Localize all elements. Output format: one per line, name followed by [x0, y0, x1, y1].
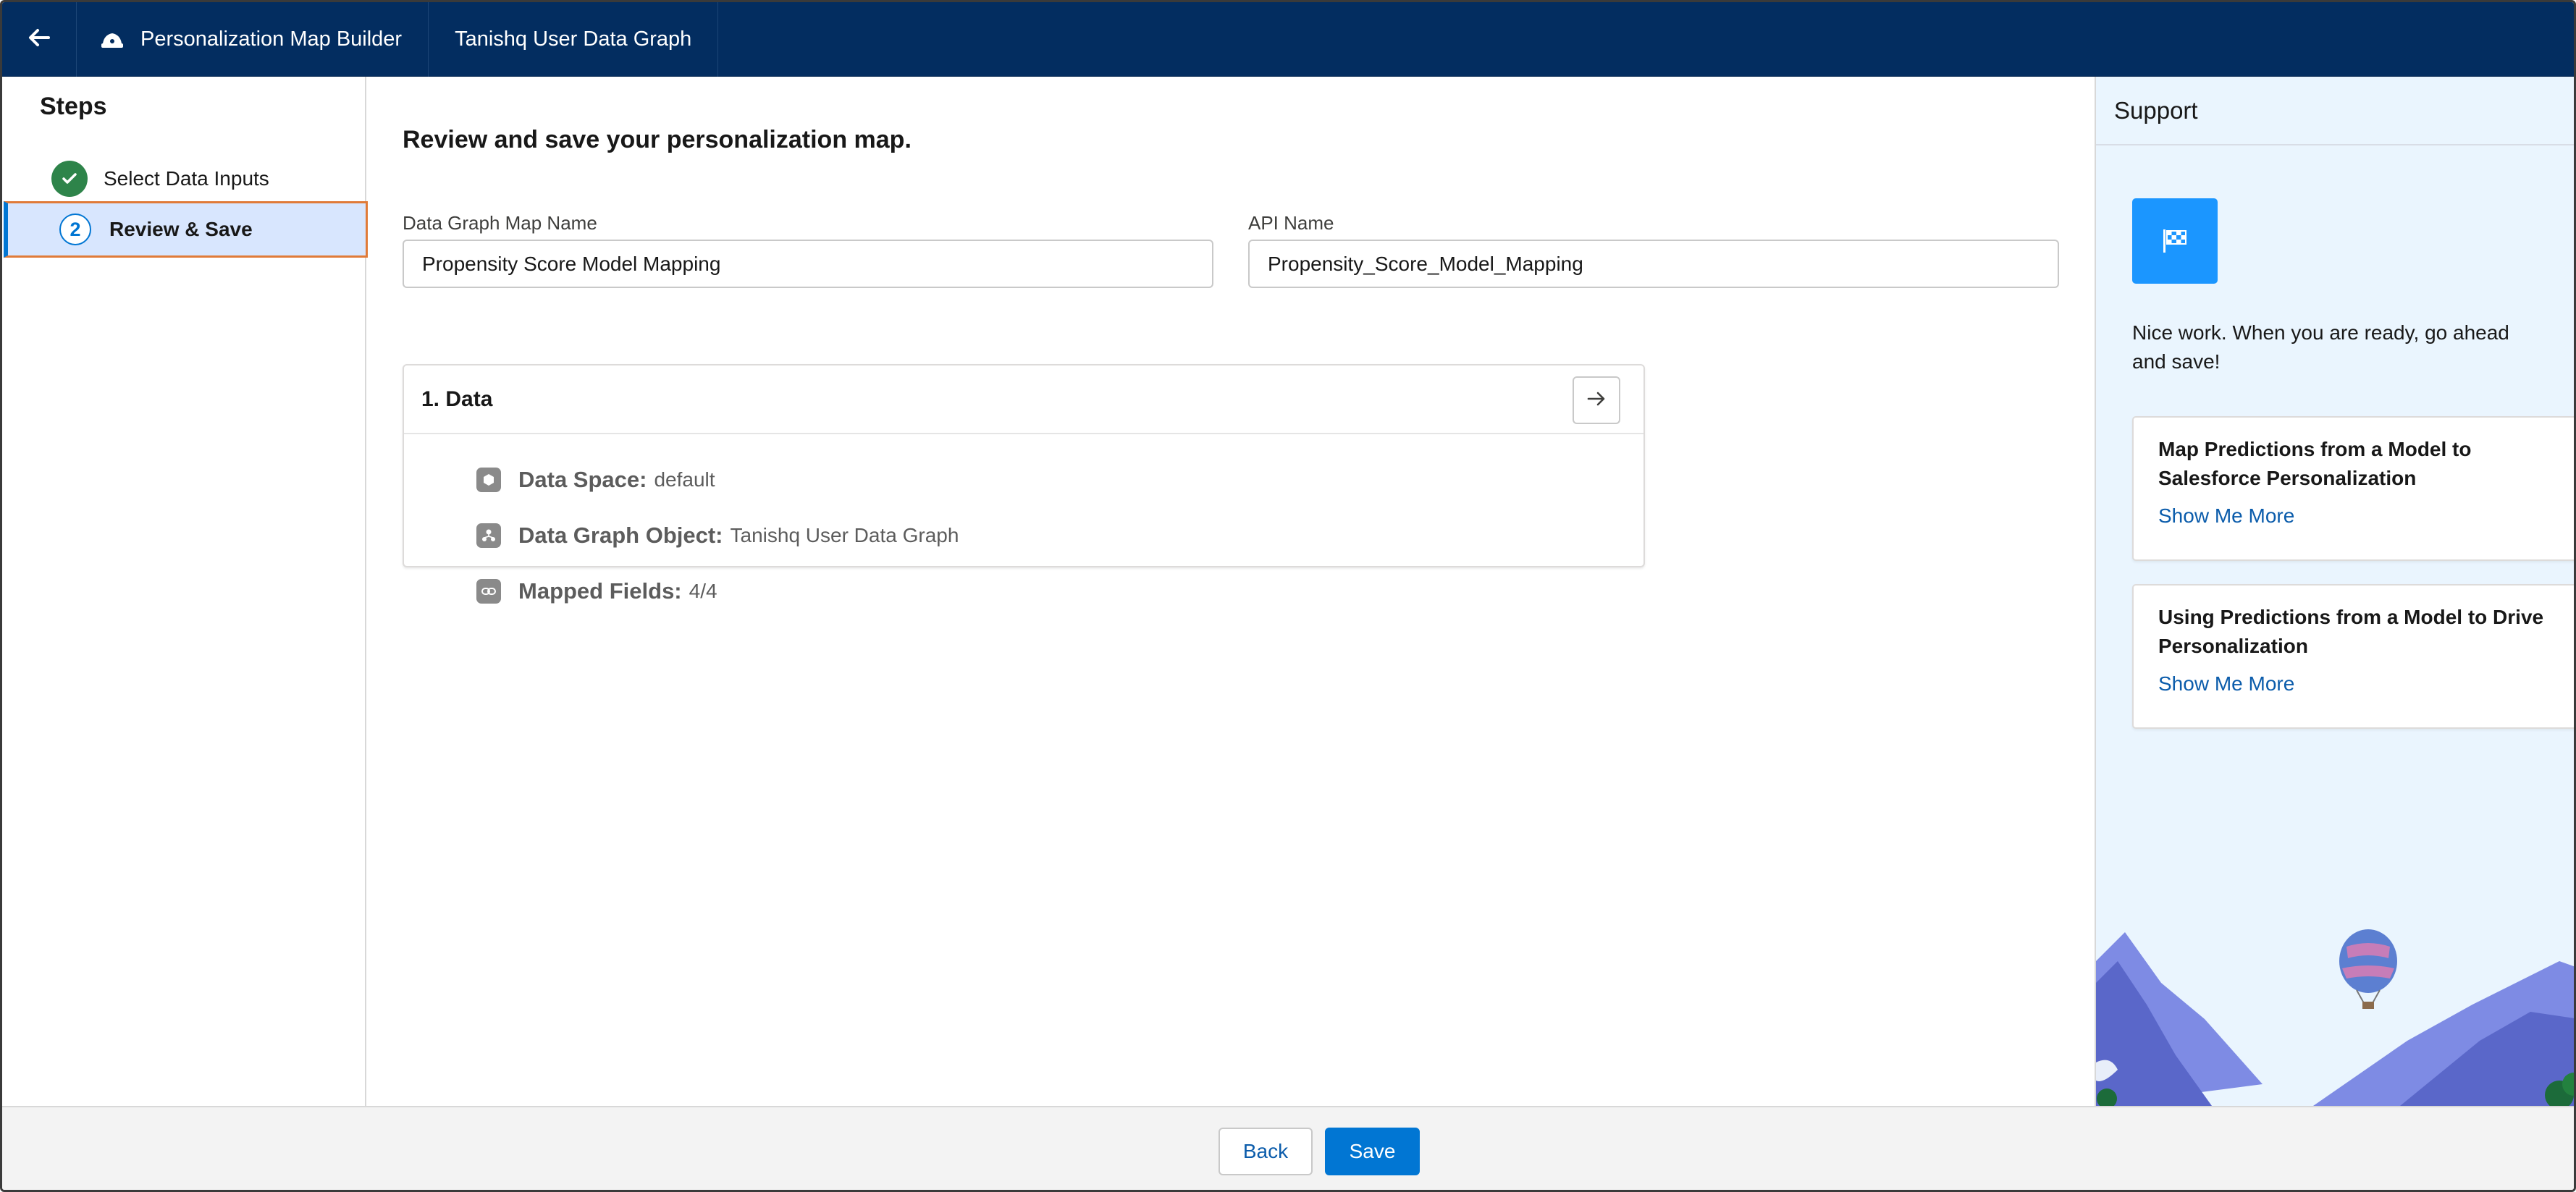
detail-value: default — [654, 468, 715, 491]
step-label: Select Data Inputs — [104, 167, 269, 190]
back-footer-button[interactable]: Back — [1218, 1128, 1313, 1175]
mountain-illustration — [2096, 929, 2574, 1106]
card-title: 1. Data — [421, 386, 493, 411]
app-title: Personalization Map Builder — [140, 28, 403, 51]
main-content: Review and save your personalization map… — [368, 77, 2095, 1106]
step-select-data-inputs[interactable]: Select Data Inputs — [2, 151, 366, 206]
help-card: Using Predictions from a Model to Drive … — [2132, 584, 2574, 729]
data-graph-icon — [476, 523, 501, 548]
detail-key: Mapped Fields: — [518, 578, 682, 604]
data-summary-card: 1. Data Data Space: default Data Graph O… — [403, 364, 1645, 604]
help-card-title: Using Predictions from a Model to Drive … — [2158, 606, 2544, 657]
app-window: Personalization Map Builder Tanishq User… — [0, 0, 2576, 1192]
show-me-more-link[interactable]: Show Me More — [2158, 504, 2294, 528]
support-title: Support — [2096, 77, 2574, 145]
page-title: Review and save your personalization map… — [403, 126, 912, 153]
check-icon — [51, 161, 88, 197]
api-name-label: API Name — [1248, 212, 1334, 234]
step-number: 2 — [59, 214, 91, 245]
support-message: Nice work. When you are ready, go ahead … — [2132, 321, 2509, 373]
save-button[interactable]: Save — [1325, 1128, 1420, 1175]
builder-icon — [100, 29, 125, 51]
detail-mapped-fields: Mapped Fields: 4/4 — [476, 578, 717, 604]
arrow-right-icon — [1586, 388, 1607, 413]
support-panel: Support Nice work. When you are ready, g… — [2095, 77, 2574, 1106]
api-name-input[interactable] — [1248, 240, 2059, 288]
finish-flag-icon — [2132, 198, 2218, 284]
show-me-more-link[interactable]: Show Me More — [2158, 672, 2294, 696]
edit-data-button[interactable] — [1573, 376, 1620, 424]
detail-value: Tanishq User Data Graph — [730, 524, 959, 546]
arrow-left-icon — [27, 25, 51, 54]
global-header: Personalization Map Builder Tanishq User… — [2, 2, 2574, 77]
detail-key: Data Graph Object: — [518, 523, 723, 548]
footer-bar: Back Save — [2, 1106, 2574, 1190]
record-title: Tanishq User Data Graph — [455, 28, 692, 51]
step-label: Review & Save — [109, 218, 253, 240]
detail-data-space: Data Space: default — [476, 467, 715, 493]
map-name-label: Data Graph Map Name — [403, 212, 597, 234]
data-space-icon — [476, 468, 501, 492]
detail-value: 4/4 — [689, 580, 717, 602]
back-button[interactable] — [2, 2, 77, 77]
help-card-title: Map Predictions from a Model to Salesfor… — [2158, 438, 2472, 489]
detail-key: Data Space: — [518, 467, 647, 492]
map-name-input[interactable] — [403, 240, 1213, 288]
app-title-section: Personalization Map Builder — [77, 2, 429, 77]
detail-data-graph-object: Data Graph Object: Tanishq User Data Gra… — [476, 523, 959, 549]
card-header: 1. Data — [404, 365, 1643, 434]
steps-panel: Steps Select Data Inputs 2 Review & Save — [2, 77, 368, 1106]
step-review-save[interactable]: 2 Review & Save — [4, 201, 368, 258]
record-title-section: Tanishq User Data Graph — [429, 2, 719, 77]
help-card: Map Predictions from a Model to Salesfor… — [2132, 416, 2574, 561]
steps-title: Steps — [40, 93, 107, 120]
link-icon — [476, 579, 501, 604]
